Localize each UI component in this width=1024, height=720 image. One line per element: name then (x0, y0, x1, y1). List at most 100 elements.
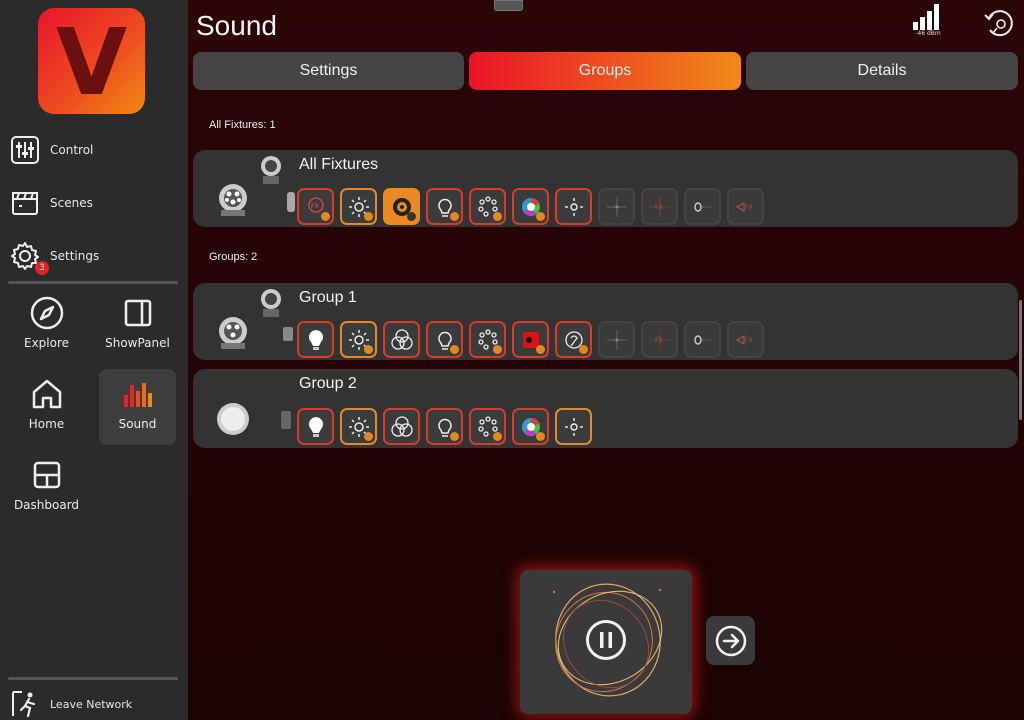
fx-light-button[interactable] (297, 321, 334, 358)
notification-badge: 3 (35, 261, 49, 275)
fx-focus-button[interactable]: FX (727, 188, 764, 225)
fx-light-button[interactable] (426, 188, 463, 225)
fx-strobe-button[interactable]: FX (297, 188, 334, 225)
effect-buttons: FX FX (297, 321, 764, 358)
music-note-icon (450, 432, 459, 441)
fx-sparkle-button[interactable] (555, 188, 592, 225)
fx-dimmer-button[interactable] (340, 188, 377, 225)
group-card-all-fixtures[interactable]: All Fixtures FX FX FX (193, 150, 1018, 227)
rgb-circles-icon (390, 415, 413, 437)
exit-door-icon (12, 691, 36, 718)
sidebar-item-label: Control (50, 143, 94, 157)
sliders-icon (11, 136, 39, 164)
music-note-icon (493, 345, 502, 354)
tab-label: Settings (299, 62, 358, 79)
leave-network-button[interactable]: Leave Network (10, 690, 132, 718)
fx-color-button[interactable] (512, 188, 549, 225)
next-button[interactable] (706, 616, 755, 665)
fx-pan-tilt-button[interactable]: FX (641, 188, 678, 225)
fx-light-button[interactable] (297, 408, 334, 445)
lightbulb-icon (308, 416, 323, 437)
fx-position-button[interactable] (598, 321, 635, 358)
music-note-icon (493, 212, 502, 221)
beam-fx-icon: FX (735, 201, 753, 212)
fx-dimmer-button[interactable] (340, 321, 377, 358)
effect-buttons (297, 408, 592, 445)
tab-label: Groups (578, 62, 632, 79)
fx-rgb-button[interactable] (383, 408, 420, 445)
app-logo[interactable]: V (38, 8, 145, 114)
group-card-group-2[interactable]: Group 2 (193, 369, 1018, 448)
sidebar-item-scenes[interactable]: Scenes (10, 185, 93, 221)
tile-showpanel[interactable]: ShowPanel (99, 288, 176, 364)
group-name: All Fixtures (299, 156, 379, 173)
music-note-icon (321, 212, 330, 221)
sidebar-item-settings[interactable]: 3 Settings (10, 238, 99, 275)
fx-focus-button[interactable]: FX (727, 321, 764, 358)
fx-bulb-button[interactable] (426, 321, 463, 358)
tile-label: Sound (118, 417, 157, 431)
fx-pan-tilt-button[interactable]: FX (641, 321, 678, 358)
fx-color-button[interactable] (512, 321, 549, 358)
fx-color-button[interactable] (512, 408, 549, 445)
fx-chase-button[interactable] (469, 321, 506, 358)
scrollbar[interactable] (1019, 300, 1022, 420)
music-note-icon (493, 432, 502, 441)
tile-dashboard[interactable]: Dashboard (8, 450, 85, 526)
group-name: Group 2 (299, 375, 357, 392)
svg-text:FX: FX (745, 204, 753, 211)
fx-position-button[interactable] (598, 188, 635, 225)
music-note-icon (579, 345, 588, 354)
group-card-group-1[interactable]: Group 1 FX FX (193, 283, 1018, 360)
svg-text:FX: FX (311, 203, 319, 210)
pan-tilt-fx-icon: FX (649, 329, 670, 350)
reset-fixtures-icon[interactable] (982, 6, 1016, 40)
svg-text:FX: FX (655, 337, 663, 344)
music-note-icon (407, 212, 416, 221)
lightbulb-icon (308, 329, 323, 350)
fx-gobo-button[interactable] (383, 188, 420, 225)
fixture-thumbnail-icon (217, 379, 292, 435)
pan-tilt-fx-icon: FX (649, 196, 670, 217)
tile-label: Explore (23, 336, 70, 350)
page-title: Sound (196, 10, 277, 41)
group-name: Group 1 (299, 289, 357, 306)
zoom-beam-icon (693, 201, 712, 212)
fx-zoom-button[interactable] (684, 188, 721, 225)
music-note-icon (364, 345, 373, 354)
fx-chase-button[interactable] (469, 188, 506, 225)
drag-handle[interactable] (494, 0, 523, 11)
fx-rgb-button[interactable] (383, 321, 420, 358)
pause-button[interactable] (586, 620, 626, 660)
zoom-beam-icon (693, 334, 712, 345)
all-fixtures-count: All Fixtures: 1 (209, 119, 276, 131)
fixture-thumbnail-icon (219, 156, 295, 216)
signal-strength-label: -46 dBm (915, 30, 941, 37)
tab-settings[interactable]: Settings (193, 52, 464, 90)
arrow-right-circle-icon (715, 625, 746, 656)
fx-dimmer-button[interactable] (340, 408, 377, 445)
crosshair-icon (606, 329, 627, 350)
tile-explore[interactable]: Explore (8, 288, 85, 364)
fx-bulb-button[interactable] (426, 408, 463, 445)
fx-gobo-button[interactable] (555, 321, 592, 358)
sound-visualizer-player[interactable] (520, 570, 692, 714)
sparkle-icon (564, 417, 583, 436)
fx-sparkle-button[interactable] (555, 408, 592, 445)
sidebar: V Control Scenes 3 Settings Explore Show… (0, 0, 188, 720)
compass-icon (30, 296, 63, 330)
tab-details[interactable]: Details (746, 52, 1018, 90)
svg-text:FX: FX (655, 204, 663, 211)
clapperboard-icon (12, 192, 38, 215)
fx-zoom-button[interactable] (684, 321, 721, 358)
effect-buttons: FX FX (297, 188, 764, 225)
fx-chase-button[interactable] (469, 408, 506, 445)
tab-groups[interactable]: Groups (469, 52, 741, 90)
music-note-icon (536, 212, 545, 221)
tab-label: Details (857, 62, 907, 79)
groups-count: Groups: 2 (209, 251, 258, 263)
sidebar-item-control[interactable]: Control (10, 132, 93, 168)
music-note-icon (536, 432, 545, 441)
tile-home[interactable]: Home (8, 369, 85, 445)
tile-sound[interactable]: Sound (99, 369, 176, 445)
